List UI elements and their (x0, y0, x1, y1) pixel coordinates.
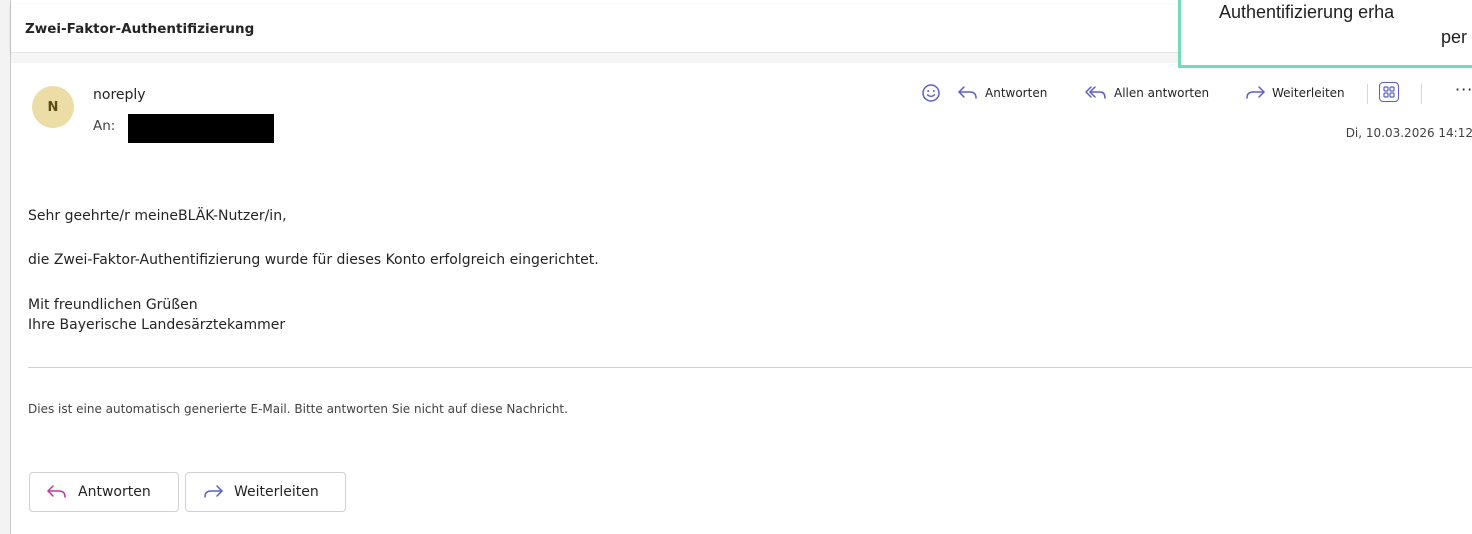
forward-arrow-icon (204, 485, 223, 498)
more-options-button[interactable]: ··· (1455, 80, 1472, 99)
signature: Ihre Bayerische Landesärztekammer (28, 317, 286, 333)
bottom-forward-button[interactable]: Weiterleiten (185, 472, 346, 512)
forward-label: Weiterleiten (1272, 86, 1345, 100)
email-subject: Zwei-Faktor-Authentifizierung (25, 21, 255, 37)
received-date: Di, 10.03.2026 14:12 (1345, 126, 1472, 140)
emoji-reaction-button[interactable] (921, 80, 941, 106)
bottom-reply-label: Antworten (78, 484, 151, 500)
bottom-reply-button[interactable]: Antworten (29, 472, 179, 512)
toolbar-divider (1421, 84, 1422, 104)
footer-divider (28, 367, 1472, 368)
reply-all-label: Allen antworten (1114, 86, 1210, 100)
callout-line-1: Authentifizierung erha (1219, 2, 1395, 22)
forward-button[interactable]: Weiterleiten (1244, 80, 1345, 106)
bottom-forward-label: Weiterleiten (234, 484, 319, 500)
recipient-label: An: (93, 118, 116, 134)
reply-all-icon (1085, 86, 1106, 99)
redacted-recipient (128, 114, 274, 143)
annotation-callout: Authentifizierung erha per (1178, 0, 1472, 68)
auto-generated-notice: Dies ist eine automatisch generierte E-M… (28, 402, 568, 416)
reply-arrow-icon (958, 86, 977, 99)
toolbar-divider (1367, 84, 1368, 104)
closing-line: Mit freundlichen Grüßen (28, 297, 198, 313)
smiley-icon (922, 84, 940, 102)
greeting: Sehr geehrte/r meineBLÄK-Nutzer/in, (28, 208, 287, 224)
callout-line-2: per (1441, 27, 1468, 47)
apps-button[interactable] (1379, 82, 1399, 102)
reply-all-button[interactable]: Allen antworten (1084, 80, 1209, 106)
reply-arrow-icon (47, 485, 66, 498)
mail-reading-pane: Zwei-Faktor-Authentifizierung N noreply … (10, 0, 1472, 534)
reply-button[interactable]: Antworten (957, 80, 1047, 106)
reply-label: Antworten (985, 86, 1048, 100)
message-actions-toolbar: Antworten Allen antworten Weiterleiten ·… (11, 80, 1472, 106)
forward-arrow-icon (1246, 86, 1265, 99)
body-paragraph: die Zwei-Faktor-Authentifizierung wurde … (28, 252, 599, 268)
apps-grid-icon (1383, 86, 1395, 98)
